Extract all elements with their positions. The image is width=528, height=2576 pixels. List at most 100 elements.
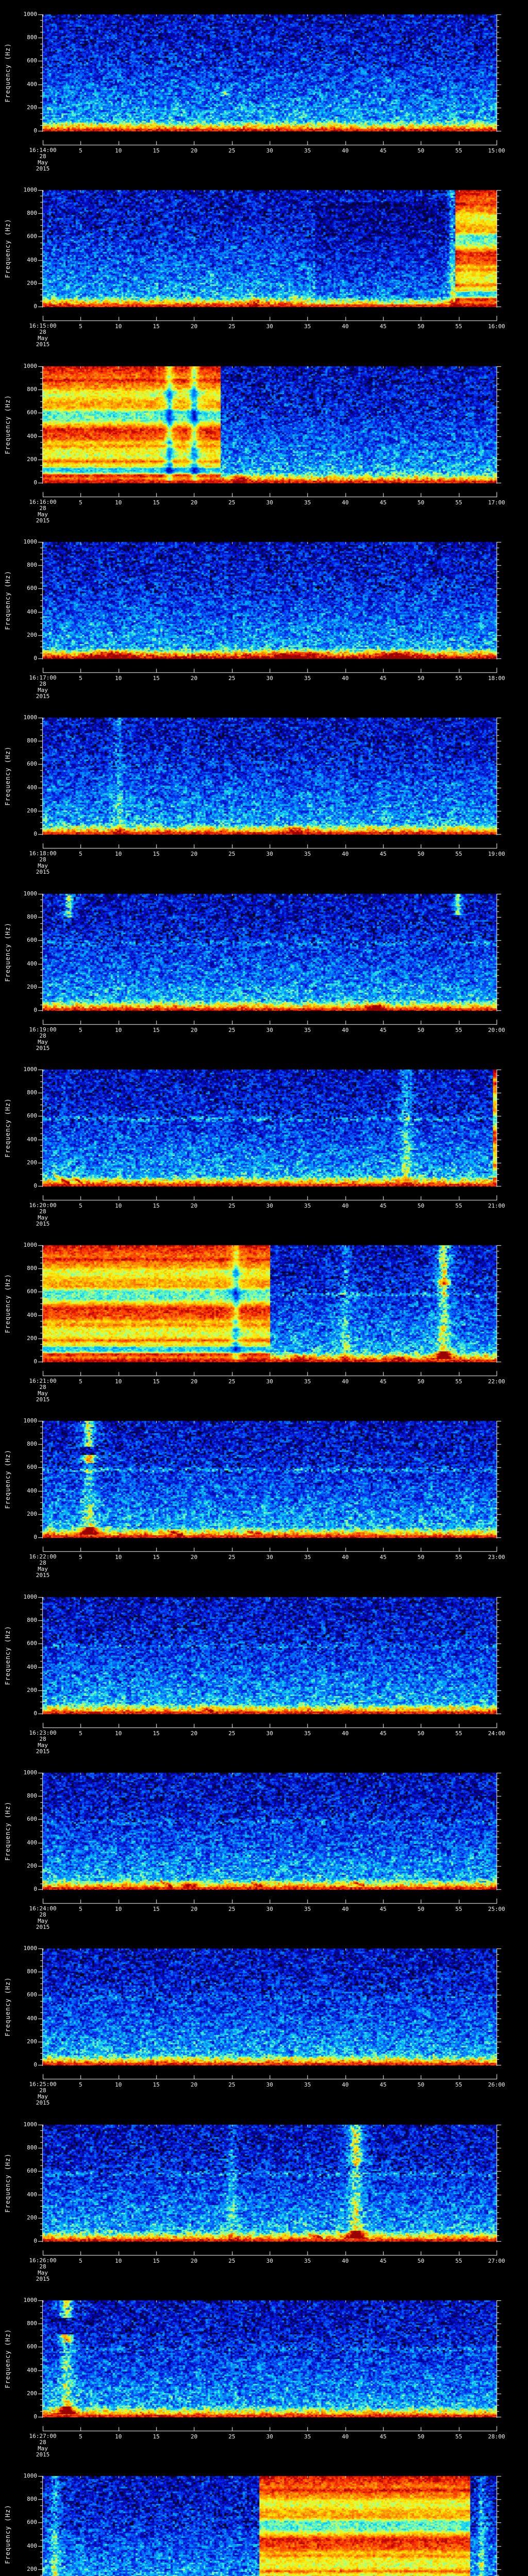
- y-axis-tick-label: 1000: [23, 714, 38, 721]
- x-axis-tick-label: 15: [153, 1378, 160, 1385]
- y-axis-tick-label: 200: [27, 1511, 37, 1517]
- y-axis-tick-label: 0: [34, 2061, 37, 2068]
- x-axis-tick-label: 30: [266, 323, 273, 330]
- x-axis-tick-label: 20: [190, 147, 197, 154]
- x-axis-tick-label: 40: [342, 1202, 349, 1209]
- x-axis-tick-label: 55: [455, 323, 463, 330]
- x-axis-tick-label: 20: [190, 851, 197, 857]
- y-axis-tick-label: 200: [27, 1687, 37, 1693]
- x-axis-end-label: 21:00: [488, 1202, 505, 1209]
- x-axis-tick-label: 35: [304, 2433, 311, 2440]
- y-axis-tick-label: 0: [34, 479, 37, 486]
- spectrogram-panel: Frequency (Hz) 1000 800 600 400 200 0 16:16:00 2…: [0, 352, 528, 528]
- y-axis-tick-label: 200: [27, 807, 37, 814]
- y-axis-tick-label: 600: [27, 2519, 37, 2526]
- spectrogram-panel: Frequency (Hz) 1000 800 600 400 200 0 16:24:00 2…: [0, 1758, 528, 1934]
- x-axis-tick-label: 30: [266, 1202, 273, 1209]
- x-axis-tick-label: 30: [266, 1378, 273, 1385]
- x-axis-end-label: 28:00: [488, 2433, 505, 2440]
- x-axis-tick-label: 25: [228, 1378, 236, 1385]
- y-axis-title: Frequency (Hz): [4, 395, 11, 454]
- x-axis-tick-label: 15: [153, 2258, 160, 2264]
- x-axis-tick-label: 30: [266, 675, 273, 682]
- x-axis-end-label: 15:00: [488, 147, 505, 154]
- x-axis-tick-label: 20: [190, 2258, 197, 2264]
- spectrogram-canvas: [0, 2462, 528, 2576]
- x-axis-end-label: 26:00: [488, 2081, 505, 2088]
- y-axis-tick-label: 1000: [23, 1242, 38, 1248]
- x-axis-end-label: 25:00: [488, 1906, 505, 1912]
- x-axis-tick-label: 35: [304, 1554, 311, 1561]
- y-axis-tick-label: 400: [27, 81, 37, 88]
- x-axis-tick-label: 25: [228, 2081, 236, 2088]
- x-axis-tick-label: 55: [455, 2433, 463, 2440]
- date-year-label: 2015: [36, 1924, 50, 1930]
- x-axis-tick-label: 15: [153, 323, 160, 330]
- y-axis-tick-label: 1000: [23, 1594, 38, 1600]
- y-axis-tick-label: 0: [34, 831, 37, 837]
- x-axis-tick-label: 5: [79, 1730, 82, 1737]
- x-axis-tick-label: 20: [190, 323, 197, 330]
- y-axis-tick-label: 0: [34, 1534, 37, 1540]
- x-axis-tick-label: 15: [153, 2433, 160, 2440]
- x-axis-tick-label: 45: [380, 323, 387, 330]
- x-axis-tick-label: 30: [266, 851, 273, 857]
- y-axis-tick-label: 200: [27, 2214, 37, 2221]
- y-axis-tick-label: 1000: [23, 187, 38, 193]
- x-axis-tick-label: 10: [115, 1554, 122, 1561]
- y-axis-tick-label: 1000: [23, 2121, 38, 2128]
- x-axis-tick-label: 35: [304, 1202, 311, 1209]
- x-axis-tick-label: 45: [380, 851, 387, 857]
- x-axis-tick-label: 45: [380, 2081, 387, 2088]
- x-axis-tick-label: 40: [342, 1027, 349, 1033]
- y-axis-tick-label: 1000: [23, 2297, 38, 2303]
- y-axis-title: Frequency (Hz): [4, 218, 11, 278]
- x-axis-tick-label: 50: [417, 675, 424, 682]
- x-axis-tick-label: 45: [380, 1730, 387, 1737]
- y-axis-title: Frequency (Hz): [4, 43, 11, 103]
- spectrogram-panel: Frequency (Hz) 1000 800 600 400 200 0 16:19:00 2…: [0, 879, 528, 1055]
- y-axis-tick-label: 600: [27, 1112, 37, 1119]
- date-year-label: 2015: [36, 869, 50, 875]
- y-axis-tick-label: 1000: [23, 1945, 38, 1952]
- x-axis-tick-label: 40: [342, 147, 349, 154]
- y-axis-tick-label: 1000: [23, 538, 38, 545]
- date-year-label: 2015: [36, 2276, 50, 2282]
- x-axis-tick-label: 5: [79, 675, 82, 682]
- y-axis-tick-label: 0: [34, 2238, 37, 2244]
- x-axis-tick-label: 55: [455, 851, 463, 857]
- x-axis-end-label: 27:00: [488, 2258, 505, 2264]
- x-axis-tick-label: 20: [190, 675, 197, 682]
- x-axis-tick-label: 35: [304, 1906, 311, 1912]
- x-axis-tick-label: 20: [190, 2081, 197, 2088]
- y-axis-tick-label: 600: [27, 1288, 37, 1295]
- y-axis-tick-label: 1000: [23, 1769, 38, 1776]
- x-axis-tick-label: 25: [228, 851, 236, 857]
- y-axis-tick-label: 0: [34, 1358, 37, 1365]
- y-axis-tick-label: 800: [27, 913, 37, 920]
- x-axis-tick-label: 50: [417, 323, 424, 330]
- x-axis-tick-label: 30: [266, 1554, 273, 1561]
- x-axis-tick-label: 10: [115, 1027, 122, 1033]
- x-axis-tick-label: 35: [304, 1730, 311, 1737]
- x-axis-tick-label: 5: [79, 1202, 82, 1209]
- x-axis-tick-label: 10: [115, 1730, 122, 1737]
- x-axis-tick-label: 15: [153, 1906, 160, 1912]
- y-axis-tick-label: 800: [27, 386, 37, 393]
- x-axis-tick-label: 55: [455, 1378, 463, 1385]
- y-axis-tick-label: 200: [27, 456, 37, 463]
- x-axis-end-label: 23:00: [488, 1554, 505, 1561]
- y-axis-tick-label: 800: [27, 1968, 37, 1975]
- x-axis-tick-label: 30: [266, 1906, 273, 1912]
- y-axis-title: Frequency (Hz): [4, 2153, 11, 2213]
- x-axis-tick-label: 15: [153, 1027, 160, 1033]
- y-axis-tick-label: 0: [34, 655, 37, 662]
- x-axis-tick-label: 30: [266, 2258, 273, 2264]
- y-axis-tick-label: 0: [34, 1182, 37, 1189]
- x-axis-tick-label: 45: [380, 147, 387, 154]
- spectrogram-panel: Frequency (Hz) 1000 800 600 400 200 0 16:18:00 2…: [0, 703, 528, 879]
- x-axis-tick-label: 40: [342, 2433, 349, 2440]
- spectrogram-panel: Frequency (Hz) 1000 800 600 400 200 0 16:22:00 2…: [0, 1406, 528, 1582]
- x-axis-tick-label: 50: [417, 1202, 424, 1209]
- x-axis-tick-label: 55: [455, 499, 463, 506]
